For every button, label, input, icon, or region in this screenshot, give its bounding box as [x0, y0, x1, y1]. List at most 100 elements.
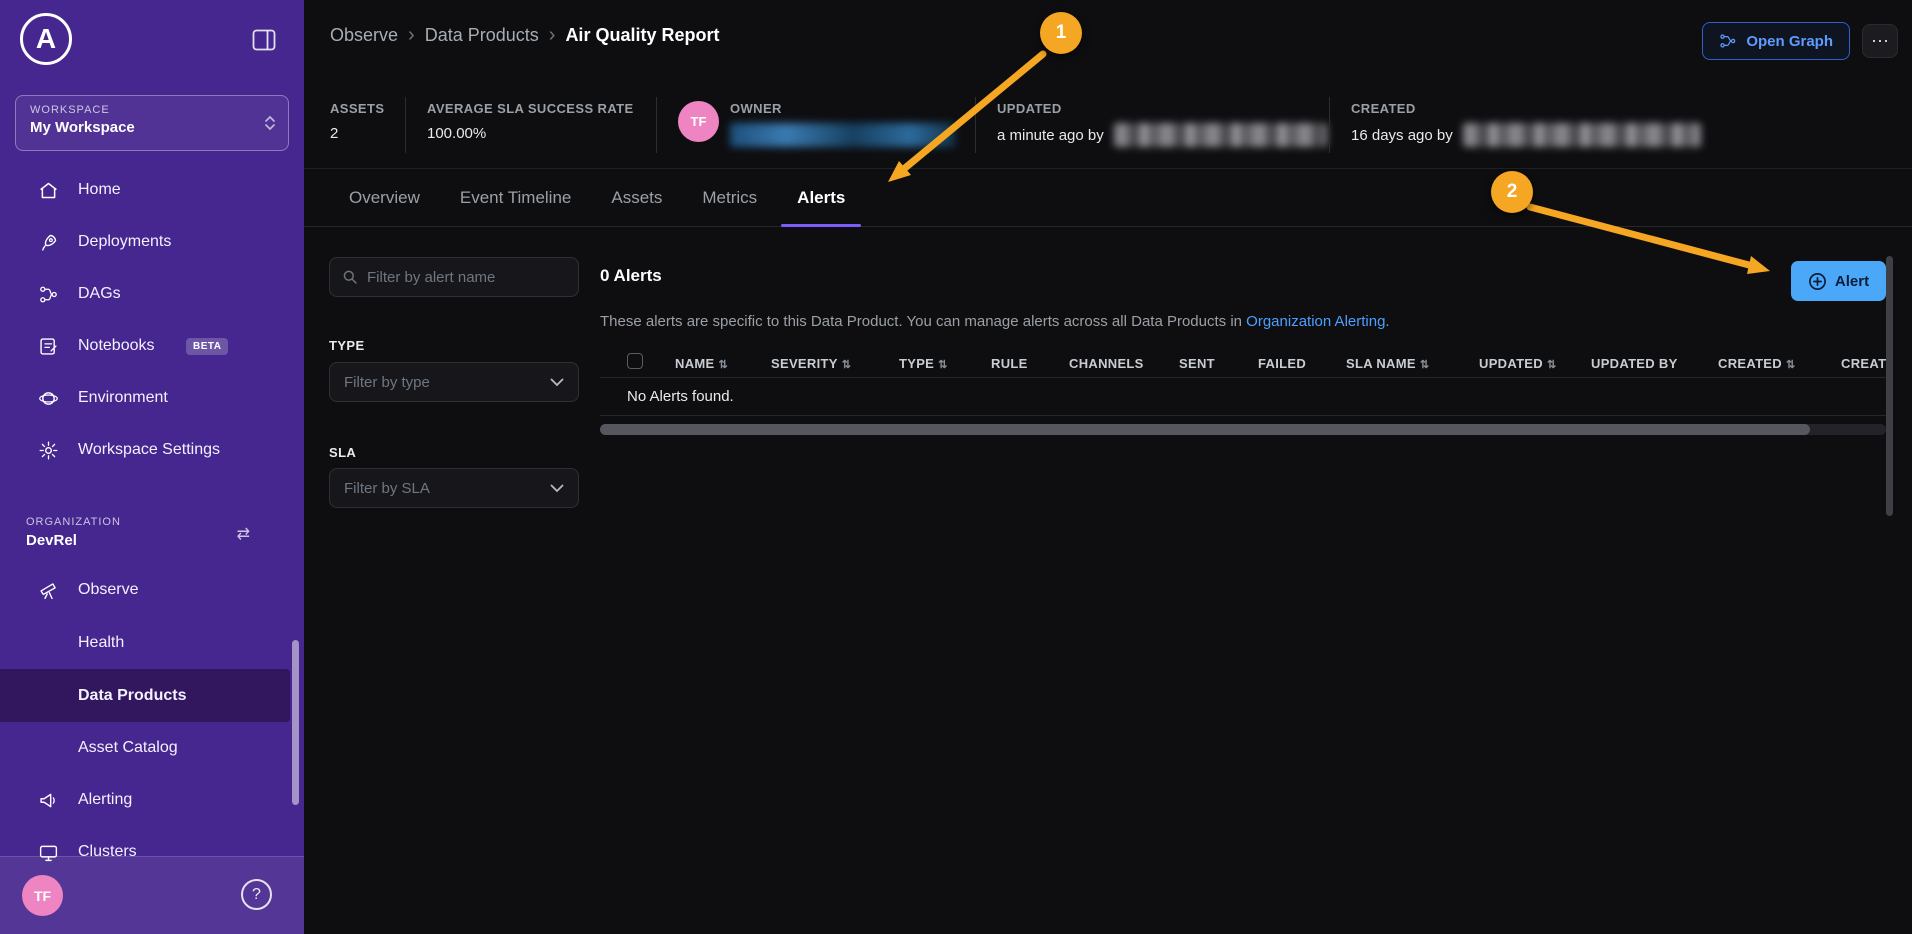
tab-event-timeline[interactable]: Event Timeline	[460, 170, 572, 227]
type-filter-label: TYPE	[329, 338, 365, 353]
col-sla-name[interactable]: SLA NAME⇅	[1346, 356, 1479, 371]
chevron-right-icon: ›	[549, 24, 556, 47]
plus-circle-icon	[1808, 272, 1827, 291]
rocket-icon	[36, 230, 60, 254]
sort-icon: ⇅	[1420, 359, 1430, 371]
sidebar-item-label: Home	[78, 181, 121, 199]
logo-row: A	[20, 13, 284, 67]
stat-created: CREATED 16 days ago by	[1351, 101, 1701, 147]
stat-value: a minute ago by	[997, 127, 1104, 144]
sort-icon: ⇅	[718, 359, 728, 371]
alerts-empty-state: No Alerts found.	[600, 378, 1886, 416]
page-title: Air Quality Report	[565, 25, 719, 46]
col-name[interactable]: NAME⇅	[675, 356, 771, 371]
astro-logo[interactable]: A	[20, 13, 72, 65]
graph-icon	[1719, 33, 1737, 49]
sidebar-item-label: Observe	[78, 581, 138, 599]
horizontal-scrollbar-thumb[interactable]	[600, 424, 1810, 435]
open-graph-label: Open Graph	[1746, 33, 1833, 50]
sidebar-item-label: Alerting	[78, 791, 132, 809]
sidebar-item-workspace-settings[interactable]: Workspace Settings	[0, 424, 290, 476]
col-created-by[interactable]: CREATED BY	[1841, 356, 1886, 371]
organization-alerting-link[interactable]: Organization Alerting	[1246, 313, 1385, 330]
help-icon[interactable]: ?	[241, 879, 272, 910]
sidebar-item-dags[interactable]: DAGs	[0, 268, 290, 320]
alert-search-input[interactable]	[367, 269, 566, 286]
stat-owner: OWNER	[730, 101, 782, 116]
sidebar-item-home[interactable]: Home	[0, 164, 290, 216]
sort-icon: ⇅	[1547, 359, 1557, 371]
redacted-updated-by	[1114, 123, 1327, 147]
more-options-button[interactable]: ⋯	[1862, 24, 1898, 58]
sidebar: A WORKSPACE My Workspace Home Deployment…	[0, 0, 304, 934]
empty-message: No Alerts found.	[627, 388, 734, 405]
sidebar-item-observe[interactable]: Observe	[0, 564, 290, 616]
sidebar-collapse-icon[interactable]	[250, 26, 278, 54]
tab-assets[interactable]: Assets	[611, 170, 662, 227]
stat-value: 100.00%	[427, 125, 634, 142]
organization-selector[interactable]: ORGANIZATION DevRel ⇄	[26, 516, 278, 549]
workspace-selector[interactable]: WORKSPACE My Workspace	[15, 95, 289, 151]
alert-search[interactable]	[329, 257, 579, 297]
sidebar-scrollbar[interactable]	[292, 640, 299, 805]
col-sent: SENT	[1179, 356, 1258, 371]
col-created[interactable]: CREATED⇅	[1718, 356, 1841, 371]
col-updated[interactable]: UPDATED⇅	[1479, 356, 1591, 371]
tab-overview[interactable]: Overview	[349, 170, 420, 227]
sidebar-item-alerting[interactable]: Alerting	[0, 774, 290, 826]
select-all-checkbox[interactable]	[627, 353, 643, 369]
stat-label: ASSETS	[330, 101, 384, 116]
tab-alerts[interactable]: Alerts	[797, 170, 845, 227]
annotation-step-1: 1	[1040, 12, 1082, 54]
redacted-owner-name	[730, 123, 955, 147]
sidebar-item-health[interactable]: Health	[0, 617, 290, 669]
alerts-description: These alerts are specific to this Data P…	[600, 313, 1390, 330]
alert-filters-panel: TYPE Filter by type SLA Filter by SLA	[329, 257, 579, 557]
sidebar-item-label: Notebooks	[78, 337, 155, 355]
owner-avatar: TF	[678, 101, 719, 142]
type-filter-placeholder: Filter by type	[344, 374, 430, 391]
sidebar-item-data-products[interactable]: Data Products	[0, 669, 290, 722]
workspace-name: My Workspace	[30, 119, 274, 136]
horizontal-scrollbar[interactable]	[600, 424, 1886, 435]
main-content: Observe › Data Products › Air Quality Re…	[304, 0, 1912, 934]
dag-icon	[36, 282, 60, 306]
stats-bar: ASSETS 2 AVERAGE SLA SUCCESS RATE 100.00…	[304, 95, 1912, 157]
sort-icon: ⇅	[938, 359, 948, 371]
stat-label: OWNER	[730, 101, 782, 116]
sidebar-item-label: Environment	[78, 389, 168, 407]
open-graph-button[interactable]: Open Graph	[1702, 22, 1850, 60]
breadcrumb-observe[interactable]: Observe	[330, 25, 398, 46]
sidebar-footer: TF ?	[0, 856, 304, 934]
col-severity[interactable]: SEVERITY⇅	[771, 356, 899, 371]
add-alert-label: Alert	[1835, 273, 1869, 290]
sidebar-item-label: Asset Catalog	[78, 739, 178, 757]
notebook-icon	[36, 334, 60, 358]
sidebar-item-notebooks[interactable]: Notebooks BETA	[0, 320, 290, 372]
tab-metrics[interactable]: Metrics	[702, 170, 757, 227]
stat-label: AVERAGE SLA SUCCESS RATE	[427, 101, 634, 116]
sidebar-item-environment[interactable]: Environment	[0, 372, 290, 424]
swap-organization-icon[interactable]: ⇄	[237, 524, 250, 544]
sidebar-item-label: Deployments	[78, 233, 171, 251]
add-alert-button[interactable]: Alert	[1791, 261, 1886, 301]
sort-icon: ⇅	[842, 359, 852, 371]
alerts-count-title: 0 Alerts	[600, 266, 662, 286]
sidebar-item-deployments[interactable]: Deployments	[0, 216, 290, 268]
annotation-step-2: 2	[1491, 171, 1533, 213]
sidebar-item-label: Health	[78, 634, 124, 652]
vertical-scrollbar[interactable]	[1886, 256, 1893, 516]
stat-value: 2	[330, 125, 384, 142]
user-avatar[interactable]: TF	[22, 875, 63, 916]
breadcrumb-data-products[interactable]: Data Products	[425, 25, 539, 46]
sidebar-item-asset-catalog[interactable]: Asset Catalog	[0, 722, 290, 774]
sidebar-item-label: Data Products	[78, 687, 186, 705]
divider	[656, 97, 657, 153]
chevron-updown-icon	[264, 114, 276, 132]
stat-sla: AVERAGE SLA SUCCESS RATE 100.00%	[427, 101, 634, 142]
sla-filter-select[interactable]: Filter by SLA	[329, 468, 579, 508]
type-filter-select[interactable]: Filter by type	[329, 362, 579, 402]
col-type[interactable]: TYPE⇅	[899, 356, 991, 371]
beta-badge: BETA	[186, 338, 228, 355]
chevron-down-icon	[550, 484, 564, 493]
